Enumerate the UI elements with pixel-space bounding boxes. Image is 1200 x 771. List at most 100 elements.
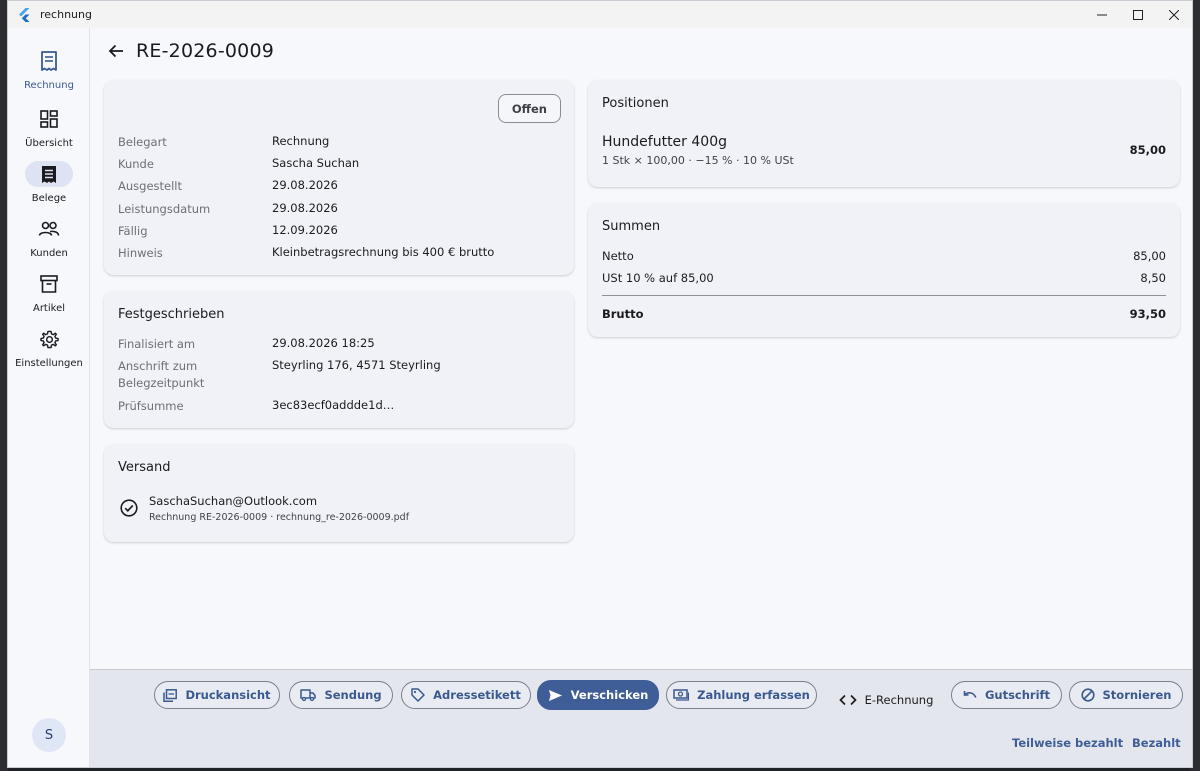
ust-value: 8,50 bbox=[1140, 271, 1166, 285]
detail-label: Ausgestellt bbox=[118, 179, 182, 193]
locked-label: Anschrift zum Belegzeitpunkt bbox=[118, 359, 205, 390]
print-preview-label: Druckansicht bbox=[185, 688, 271, 702]
print-preview-button[interactable]: Druckansicht bbox=[154, 681, 280, 709]
close-icon bbox=[1169, 9, 1179, 20]
ust-label: USt 10 % auf 85,00 bbox=[602, 271, 714, 285]
block-icon bbox=[1080, 688, 1095, 702]
cancel-invoice-label: Stornieren bbox=[1102, 688, 1172, 702]
detail-value: Sascha Suchan bbox=[272, 156, 360, 170]
detail-value: Rechnung bbox=[272, 134, 330, 148]
archive-box-icon bbox=[40, 275, 58, 293]
shipping-card: Versand SaschaSuchan@Outlook.com Rechnun… bbox=[104, 444, 574, 542]
nav-brand-label: Rechnung bbox=[24, 80, 74, 91]
card-title: Summen bbox=[602, 219, 661, 234]
check-circle-icon bbox=[120, 499, 138, 517]
locked-value: 3ec83ecf0addde1d… bbox=[272, 398, 395, 412]
detail-label: Leistungsdatum bbox=[118, 202, 211, 216]
record-payment-button[interactable]: Zahlung erfassen bbox=[666, 681, 817, 709]
back-button[interactable] bbox=[106, 41, 126, 61]
shipment-button[interactable]: Sendung bbox=[289, 681, 393, 709]
nav-brand: Rechnung bbox=[8, 48, 90, 91]
nav-item-label: Kunden bbox=[30, 248, 68, 259]
arrow-left-icon bbox=[108, 44, 123, 58]
totals-divider bbox=[602, 295, 1166, 296]
nav-item-uebersicht[interactable]: Übersicht bbox=[8, 106, 90, 149]
paid-link[interactable]: Bezahlt bbox=[1132, 736, 1181, 750]
dashboard-icon bbox=[40, 110, 58, 128]
card-title: Festgeschrieben bbox=[118, 307, 225, 322]
nav-item-label: Artikel bbox=[32, 303, 66, 314]
card-title: Versand bbox=[118, 460, 171, 475]
locked-card: Festgeschrieben Finalisiert am 29.08.202… bbox=[104, 291, 574, 428]
flutter-logo-icon bbox=[19, 7, 30, 22]
record-payment-label: Zahlung erfassen bbox=[697, 688, 810, 702]
truck-icon bbox=[300, 689, 317, 701]
send-button[interactable]: Verschicken bbox=[537, 680, 659, 710]
e-invoice-label: E-Rechnung bbox=[864, 693, 934, 707]
detail-value: 29.08.2026 bbox=[272, 178, 338, 192]
locked-value: Steyrling 176, 4571 Steyrling bbox=[272, 358, 441, 372]
close-button[interactable] bbox=[1156, 1, 1192, 28]
detail-value: 12.09.2026 bbox=[272, 223, 338, 237]
tag-icon bbox=[411, 688, 425, 702]
receipt-icon bbox=[42, 165, 56, 183]
minimize-icon bbox=[1097, 14, 1107, 15]
nav-active-indicator bbox=[25, 161, 73, 187]
nav-item-label: Übersicht bbox=[25, 138, 73, 149]
action-bar: Druckansicht Sendung Adressetikett Versc… bbox=[90, 669, 1192, 767]
position-amount: 85,00 bbox=[1129, 143, 1166, 157]
details-card: Offen Belegart Rechnung Kunde Sascha Suc… bbox=[104, 80, 574, 275]
shipment-label: Sendung bbox=[324, 688, 382, 702]
netto-label: Netto bbox=[602, 249, 634, 263]
undo-icon bbox=[963, 690, 977, 698]
locked-label: Finalisiert am bbox=[118, 337, 196, 351]
e-invoice-button[interactable]: E-Rechnung bbox=[834, 686, 938, 714]
maximize-button[interactable] bbox=[1120, 1, 1156, 28]
nav-item-artikel[interactable]: Artikel bbox=[8, 271, 90, 314]
position-detail: 1 Stk × 100,00 · −15 % · 10 % USt bbox=[602, 154, 794, 167]
totals-card: Summen Netto 85,00 USt 10 % auf 85,00 8,… bbox=[588, 203, 1180, 337]
detail-value: Kleinbetragsrechnung bis 400 € brutto bbox=[272, 245, 495, 259]
address-label-text: Adressetikett bbox=[433, 688, 521, 702]
page-title: RE-2026-0009 bbox=[136, 40, 275, 62]
positions-card: Positionen Hundefutter 400g 1 Stk × 100,… bbox=[588, 80, 1180, 187]
credit-note-label: Gutschrift bbox=[984, 688, 1051, 702]
nav-item-label: Belege bbox=[31, 193, 67, 204]
window-controls bbox=[1084, 1, 1192, 28]
people-icon bbox=[38, 221, 60, 236]
netto-value: 85,00 bbox=[1133, 249, 1166, 263]
cancel-invoice-button[interactable]: Stornieren bbox=[1069, 681, 1183, 709]
nav-item-einstellungen[interactable]: Einstellungen bbox=[8, 326, 90, 369]
main-content: RE-2026-0009 Offen Belegart Rechnung Kun… bbox=[90, 28, 1192, 669]
maximize-icon bbox=[1133, 9, 1143, 20]
code-icon bbox=[838, 694, 857, 706]
address-label-button[interactable]: Adressetikett bbox=[401, 681, 531, 709]
print-preview-icon bbox=[163, 688, 178, 702]
shipping-detail: Rechnung RE-2026-0009 · rechnung_re-2026… bbox=[149, 512, 410, 523]
brutto-label: Brutto bbox=[602, 307, 644, 321]
status-chip[interactable]: Offen bbox=[497, 94, 561, 123]
locked-label: Prüfsumme bbox=[118, 399, 184, 413]
payments-icon bbox=[673, 689, 690, 701]
card-title: Positionen bbox=[602, 96, 669, 111]
detail-label: Belegart bbox=[118, 135, 167, 149]
title-bar: rechnung bbox=[8, 1, 1192, 28]
detail-label: Fällig bbox=[118, 224, 148, 238]
user-avatar[interactable]: S bbox=[32, 718, 66, 752]
navigation-rail: Rechnung Übersicht Belege Kunden Artikel… bbox=[8, 28, 90, 767]
nav-item-belege[interactable]: Belege bbox=[8, 161, 90, 204]
detail-value: 29.08.2026 bbox=[272, 201, 338, 215]
nav-item-label: Einstellungen bbox=[15, 358, 83, 369]
send-label: Verschicken bbox=[570, 688, 649, 702]
window-title: rechnung bbox=[40, 8, 92, 21]
nav-item-kunden[interactable]: Kunden bbox=[8, 216, 90, 259]
shipping-email: SaschaSuchan@Outlook.com bbox=[149, 494, 318, 508]
detail-label: Hinweis bbox=[118, 246, 163, 260]
receipt-brand-icon bbox=[41, 51, 57, 71]
minimize-button[interactable] bbox=[1084, 1, 1120, 28]
partially-paid-link[interactable]: Teilweise bezahlt bbox=[1012, 736, 1123, 750]
position-name: Hundefutter 400g bbox=[602, 134, 727, 150]
detail-label: Kunde bbox=[118, 157, 154, 171]
credit-note-button[interactable]: Gutschrift bbox=[951, 681, 1062, 709]
brutto-value: 93,50 bbox=[1129, 307, 1166, 321]
